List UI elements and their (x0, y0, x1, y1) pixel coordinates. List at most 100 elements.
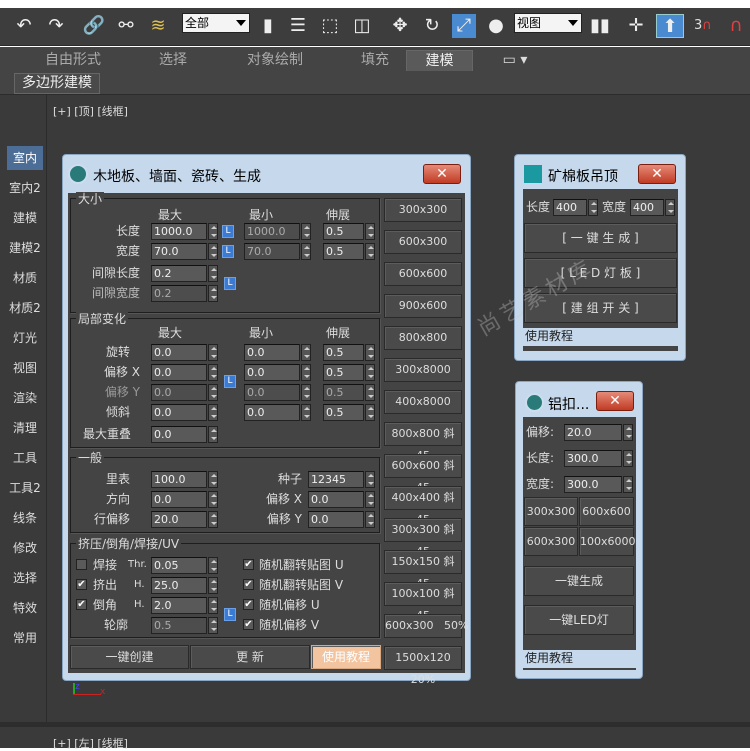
spinner-arrows-icon[interactable] (208, 617, 218, 634)
weld-threshold-spinner[interactable]: 0.05 (151, 557, 218, 574)
buckle-length-value[interactable]: 300.0 (564, 450, 622, 467)
unlink-icon[interactable]: ⚯ (114, 14, 138, 38)
rotate-min-spinner[interactable]: 0.0 (244, 344, 311, 361)
align-icon[interactable]: ✛ (624, 14, 648, 38)
lock-offset-button[interactable]: L (224, 375, 236, 388)
spinner-arrows-icon[interactable] (365, 404, 375, 421)
buckle-offset-value[interactable]: 20.0 (564, 424, 622, 441)
bevel-height-spinner[interactable]: 2.0 (151, 597, 218, 614)
snap-icon[interactable]: 3∩ (694, 14, 718, 38)
rotate-max-spinner[interactable]: 0.0 (151, 344, 218, 361)
ceiling-length-value[interactable]: 400 (553, 199, 587, 216)
sidebar-item-modify[interactable]: 修改 (7, 536, 43, 560)
sidebar-item-modeling2[interactable]: 建模2 (7, 236, 43, 260)
ribbon-options-icon[interactable]: ▭ ▾ (495, 50, 535, 71)
outline-spinner[interactable]: 0.5 (151, 617, 218, 634)
viewport-divider[interactable] (0, 722, 750, 727)
sidebar-item-tools2[interactable]: 工具2 (7, 476, 43, 500)
bind-space-warp-icon[interactable]: ≋ (146, 14, 170, 38)
mirror-icon[interactable]: ▮▮ (588, 14, 612, 38)
offset-x-stretch-value[interactable]: 0.5 (323, 364, 364, 381)
sidebar-item-view[interactable]: 视图 (7, 356, 43, 380)
spinner-arrows-icon[interactable] (208, 364, 218, 381)
spinner-arrows-icon[interactable] (365, 511, 375, 528)
selection-filter-dropdown[interactable]: 全部 (182, 13, 250, 33)
sidebar-item-interior[interactable]: 室内 (7, 146, 43, 170)
extrude-height-value[interactable]: 25.0 (151, 577, 207, 594)
spinner-arrows-icon[interactable] (365, 364, 375, 381)
spinner-arrows-icon[interactable] (301, 404, 311, 421)
undo-icon[interactable]: ↶ (12, 14, 36, 38)
spinner-arrows-icon[interactable] (208, 491, 218, 508)
offset-y-stretch-value[interactable]: 0.5 (323, 384, 364, 401)
sidebar-item-lines[interactable]: 线条 (7, 506, 43, 530)
width-stretch-value[interactable]: 0.5 (323, 243, 364, 260)
rotate-stretch-value[interactable]: 0.5 (323, 344, 364, 361)
window-crossing-icon[interactable]: ◫ (350, 14, 374, 38)
preset-button[interactable]: 300x300 斜45 (384, 518, 462, 558)
tutorial-button[interactable]: 使用教程 (311, 645, 381, 669)
preset-button[interactable]: 300x8000 (384, 358, 462, 382)
close-button[interactable]: ✕ (423, 164, 461, 184)
spinner-arrows-icon[interactable] (301, 364, 311, 381)
lock-gap-button[interactable]: L (224, 277, 236, 290)
general-offset-x-spinner[interactable]: 0.0 (308, 491, 375, 508)
preset-button[interactable]: 800x800 (384, 326, 462, 350)
random-flip-u-checkbox[interactable]: ✔ (243, 559, 254, 570)
spinner-arrows-icon[interactable] (208, 511, 218, 528)
rect-selection-icon[interactable]: ⬚ (318, 14, 342, 38)
spinner-arrows-icon[interactable] (588, 199, 598, 216)
spinner-arrows-icon[interactable] (365, 471, 375, 488)
seed-spinner[interactable]: 12345 (308, 471, 375, 488)
buckle-generate-button[interactable]: 一键生成 (524, 566, 634, 596)
inside-out-spinner[interactable]: 100.0 (151, 471, 218, 488)
spinner-arrows-icon[interactable] (208, 577, 218, 594)
sidebar-item-select[interactable]: 选择 (7, 566, 43, 590)
polygon-modeling-tab[interactable]: 多边形建模 (14, 73, 100, 94)
offset-x-max-value[interactable]: 0.0 (151, 364, 207, 381)
preset-button[interactable]: 600x600 斜45 (384, 454, 462, 494)
width-max-spinner[interactable]: 70.0 (151, 243, 218, 260)
spinner-arrows-icon[interactable] (208, 597, 218, 614)
sidebar-item-material2[interactable]: 材质2 (7, 296, 43, 320)
buckle-led-button[interactable]: 一键LED灯 (524, 605, 634, 635)
buckle-width-value[interactable]: 300.0 (564, 476, 622, 493)
length-stretch-value[interactable]: 0.5 (323, 223, 364, 240)
offset-y-min-spinner[interactable]: 0.0 (244, 384, 311, 401)
ceiling-generate-button[interactable]: [ 一 键 生 成 ] (524, 223, 677, 253)
spinner-arrows-icon[interactable] (365, 223, 375, 240)
offset-x-min-spinner[interactable]: 0.0 (244, 364, 311, 381)
spinner-arrows-icon[interactable] (208, 384, 218, 401)
rotate-icon[interactable]: ↻ (420, 14, 444, 38)
sidebar-item-modeling[interactable]: 建模 (7, 206, 43, 230)
ceiling-tutorial-link[interactable]: 使用教程 (523, 328, 678, 346)
tab-populate[interactable]: 填充 (345, 50, 405, 71)
inside-out-value[interactable]: 100.0 (151, 471, 207, 488)
sidebar-item-tools[interactable]: 工具 (7, 446, 43, 470)
rotate-stretch-spinner[interactable]: 0.5 (323, 344, 375, 361)
buckle-tutorial-link[interactable]: 使用教程 (523, 650, 636, 668)
general-offset-y-value[interactable]: 0.0 (308, 511, 364, 528)
lock-width-button[interactable]: L (222, 245, 234, 258)
lock-bevel-button[interactable]: L (224, 608, 236, 621)
offset-y-min-value[interactable]: 0.0 (244, 384, 300, 401)
move-icon[interactable]: ✥ (388, 14, 412, 38)
row-offset-value[interactable]: 20.0 (151, 511, 207, 528)
sidebar-item-material[interactable]: 材质 (7, 266, 43, 290)
buckle-preset-button[interactable]: 100x6000 (579, 527, 636, 556)
tab-freeform[interactable]: 自由形式 (30, 50, 116, 71)
select-by-name-icon[interactable]: ☰ (286, 14, 310, 38)
sidebar-item-render[interactable]: 渲染 (7, 386, 43, 410)
spinner-arrows-icon[interactable] (208, 426, 218, 443)
viewport-label-top[interactable]: [+] [顶] [线框] (53, 103, 128, 119)
viewport-label-left[interactable]: [+] [左] [线框] (53, 735, 128, 751)
tab-object-paint[interactable]: 对象绘制 (230, 50, 320, 71)
spinner-arrows-icon[interactable] (208, 243, 218, 260)
random-flip-v-checkbox[interactable]: ✔ (243, 579, 254, 590)
spinner-arrows-icon[interactable] (208, 344, 218, 361)
width-min-value[interactable]: 70.0 (244, 243, 300, 260)
spinner-arrows-icon[interactable] (208, 471, 218, 488)
sidebar-item-common[interactable]: 常用 (7, 626, 43, 650)
buckle-preset-button[interactable]: 300x300 (524, 497, 578, 526)
link-icon[interactable]: 🔗 (82, 14, 106, 38)
